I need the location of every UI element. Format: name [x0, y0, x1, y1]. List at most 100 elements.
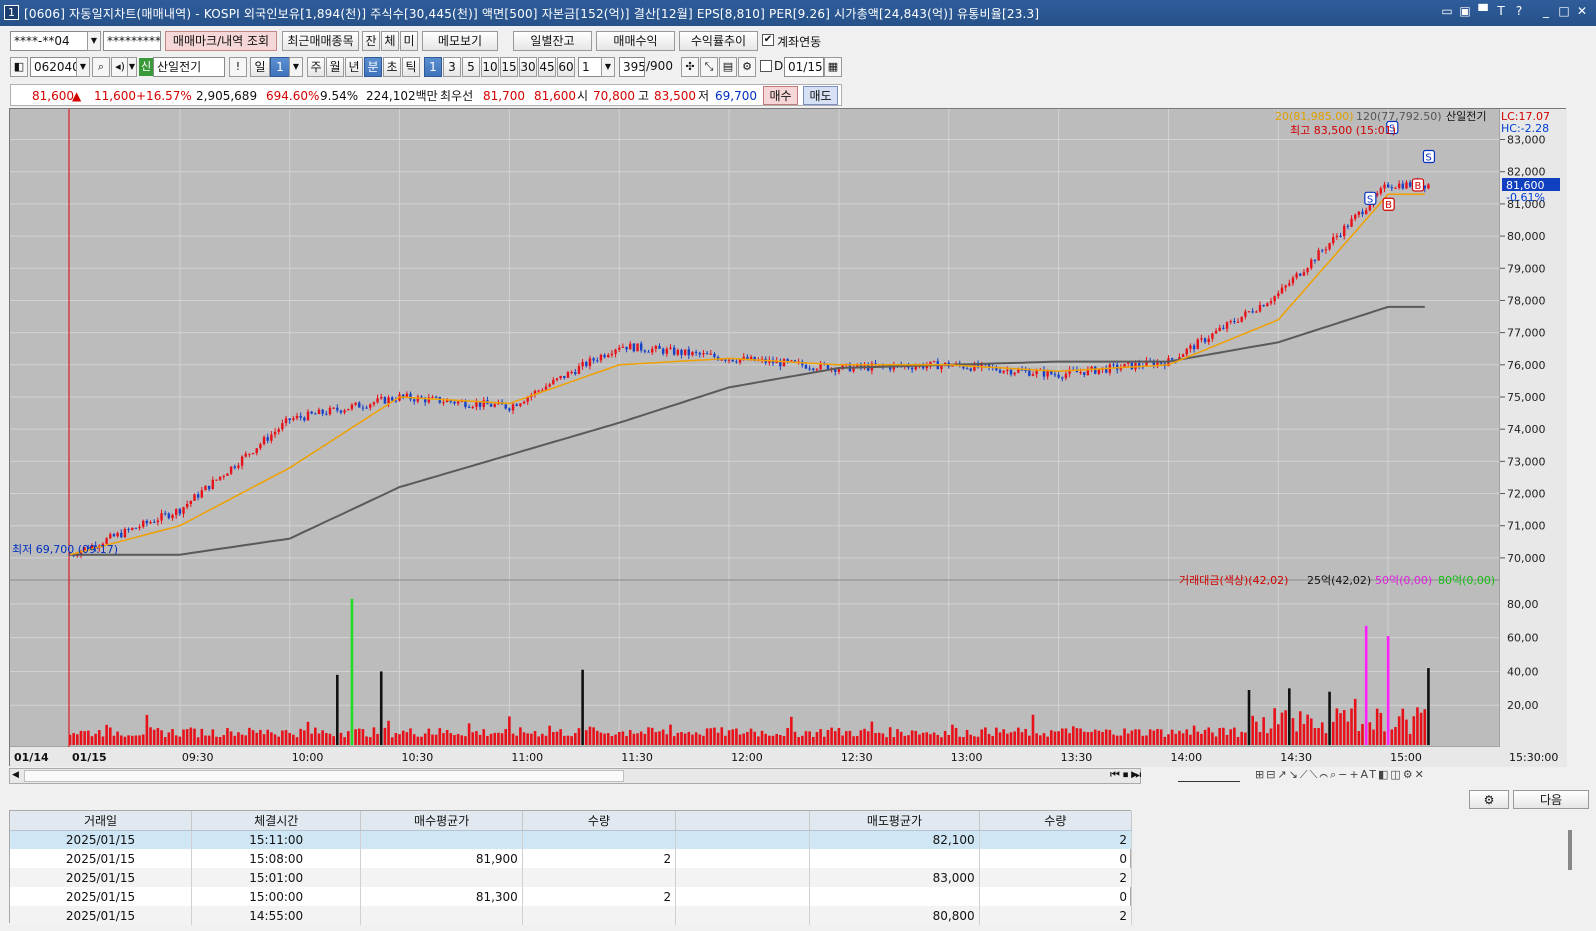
gear-icon[interactable]: ⚙	[738, 57, 756, 77]
volume-bar	[1386, 635, 1390, 745]
settings-button[interactable]: ⚙	[1469, 790, 1509, 809]
interval-45-button[interactable]: 45	[538, 57, 556, 77]
recent-items-button[interactable]: 최근매매종목	[282, 31, 359, 51]
account-link-checkbox[interactable]: ✔	[762, 34, 774, 46]
count-input[interactable]: 395	[619, 57, 645, 77]
candle	[277, 429, 280, 432]
text-icon[interactable]: T	[1494, 4, 1508, 19]
interval-15-button[interactable]: 15	[500, 57, 518, 77]
candle	[629, 343, 632, 350]
crosshair-icon[interactable]: ✣	[681, 57, 699, 77]
header-sell-avg[interactable]: 매도평균가	[809, 811, 980, 831]
volume-bar	[1002, 729, 1005, 745]
code-input[interactable]: 062040	[30, 57, 78, 77]
table-row[interactable]: 2025/01/15 15:11:00 82,100 2	[10, 830, 1133, 849]
date-input[interactable]: 01/15	[784, 57, 824, 77]
candle	[116, 532, 119, 537]
chevron-down-icon[interactable]: ▼	[76, 57, 90, 77]
volume-bar	[409, 728, 412, 745]
next-button[interactable]: 다음	[1513, 790, 1589, 809]
buy-button[interactable]: 매수	[763, 86, 798, 105]
volume-bar	[716, 732, 720, 745]
header-buy-qty[interactable]: 수량	[522, 811, 677, 831]
table-row[interactable]: 2025/01/15 15:08:00 81,900 2 0	[10, 849, 1133, 868]
volume-bar	[833, 731, 837, 745]
close-icon[interactable]: ✕	[1575, 4, 1589, 19]
header-sell-qty[interactable]: 수량	[979, 811, 1133, 831]
interval-60-button[interactable]: 60	[557, 57, 575, 77]
minimize-icon[interactable]: _	[1539, 4, 1553, 19]
interval-input[interactable]: 1	[578, 57, 602, 77]
date-checkbox[interactable]	[760, 60, 772, 72]
interval-30-button[interactable]: 30	[519, 57, 537, 77]
interval-3-button[interactable]: 3	[443, 57, 461, 77]
candle	[650, 348, 654, 353]
volume-bar	[240, 734, 244, 745]
pin-icon[interactable]: ▀	[1476, 4, 1490, 19]
period-second-button[interactable]: 초	[383, 57, 401, 77]
chart-scrollbar[interactable]: ◀ ▶	[9, 768, 1141, 784]
help-icon[interactable]: ?	[1512, 4, 1526, 19]
trade-profit-button[interactable]: 매매수익	[596, 31, 675, 51]
period-month-button[interactable]: 월	[326, 57, 344, 77]
volume-bar	[632, 733, 636, 745]
period-day-button[interactable]: 일	[250, 57, 270, 77]
zoom-slider[interactable]	[1178, 770, 1240, 782]
layout-icon[interactable]: ◧	[10, 57, 28, 77]
volume-bar	[328, 733, 332, 745]
account-input[interactable]: ****-**04	[10, 31, 88, 51]
stock-name-field[interactable]: 산일전기	[153, 57, 225, 77]
return-trend-button[interactable]: 수익률추이	[679, 31, 758, 51]
period-tick-button[interactable]: 틱	[402, 57, 420, 77]
volume-bar	[1207, 727, 1211, 745]
chevron-down-icon[interactable]: ▼	[127, 57, 137, 77]
chevron-down-icon[interactable]: ▼	[601, 57, 615, 77]
table-scrollbar[interactable]	[1568, 830, 1572, 870]
chevron-down-icon[interactable]: ▼	[87, 31, 101, 51]
period-week-button[interactable]: 주	[307, 57, 325, 77]
search-icon[interactable]: ⌕	[92, 57, 110, 77]
calendar-icon[interactable]: ▦	[824, 57, 842, 77]
volume-bar	[314, 727, 317, 745]
maximize-icon[interactable]: □	[1557, 4, 1571, 19]
volume-bar	[1148, 729, 1152, 745]
period-minute-button[interactable]: 분	[364, 57, 382, 77]
tile-icon[interactable]: ▣	[1458, 4, 1472, 19]
candle	[1335, 235, 1339, 237]
drawing-tools[interactable]: ⊞⊟↗↘⟋⟍⌒⌕−+AT◧◫⚙✕	[1255, 768, 1595, 784]
header-date[interactable]: 거래일	[10, 811, 193, 831]
candle	[1009, 369, 1013, 375]
balance-button[interactable]: 잔	[362, 31, 380, 51]
table-row[interactable]: 2025/01/15 15:00:00 81,300 2 0	[10, 887, 1133, 906]
chart-area[interactable]: SBSBS 70,000 71,000 72,000 73,000 74,000 75,0…	[9, 108, 1567, 767]
interval-1-button[interactable]: 1	[424, 57, 442, 77]
trade-mark-button[interactable]: 매매마크/내역 조회	[165, 31, 277, 51]
unfilled-button[interactable]: 미	[400, 31, 418, 51]
price-chart[interactable]: SBSBS 70,00071,00072,00073,00074,00075,0…	[10, 109, 1567, 767]
interval-10-button[interactable]: 10	[481, 57, 499, 77]
scroll-thumb[interactable]	[24, 770, 624, 782]
header-time[interactable]: 체결시간	[191, 811, 362, 831]
alert-icon[interactable]: !	[229, 57, 247, 77]
memo-button[interactable]: 메모보기	[422, 31, 498, 51]
candle	[1112, 364, 1115, 366]
header-buy-avg[interactable]: 매수평균가	[360, 811, 523, 831]
password-input[interactable]: *********	[103, 31, 161, 51]
candle	[654, 346, 658, 349]
save-icon[interactable]: ▤	[719, 57, 737, 77]
table-row[interactable]: 2025/01/15 14:55:00 80,800 2	[10, 906, 1133, 925]
tool-icon[interactable]: ⤡	[700, 57, 718, 77]
scroll-left-icon[interactable]: ◀	[12, 770, 19, 780]
chevron-down-icon[interactable]: ▼	[289, 57, 303, 77]
period-year-button[interactable]: 년	[345, 57, 363, 77]
period-count-input[interactable]: 1	[270, 57, 290, 77]
filled-button[interactable]: 체	[381, 31, 399, 51]
sell-button[interactable]: 매도	[803, 86, 838, 105]
volume-bar	[617, 732, 621, 745]
trade-history-table: 거래일 체결시간 매수평균가 수량 매도평균가 수량 2025/01/15 15:…	[9, 810, 1133, 925]
restore-icon[interactable]: ▭	[1440, 4, 1454, 19]
interval-5-button[interactable]: 5	[462, 57, 480, 77]
daily-balance-button[interactable]: 일별잔고	[513, 31, 592, 51]
table-row[interactable]: 2025/01/15 15:01:00 83,000 2	[10, 868, 1133, 887]
volume-bar	[980, 729, 984, 745]
